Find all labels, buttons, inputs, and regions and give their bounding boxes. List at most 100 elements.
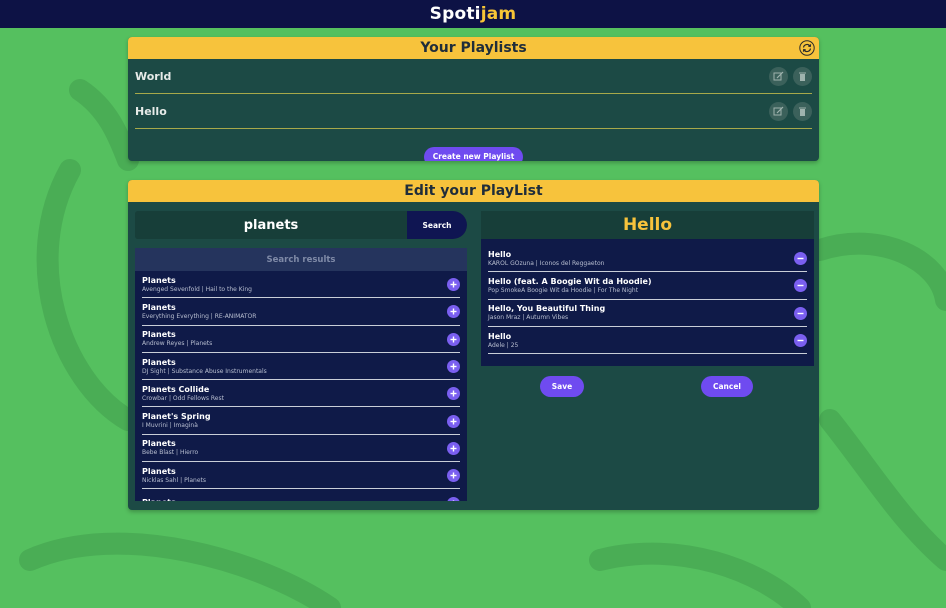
track-row[interactable]: Planets Avenged Sevenfold | Hail to the K… <box>142 271 460 299</box>
track-row[interactable]: Planets Collide Crowbar | Odd Fellows Res… <box>142 380 460 408</box>
playlist-name[interactable]: World <box>135 70 171 83</box>
edit-icon <box>773 106 784 115</box>
search-button[interactable]: Search <box>407 211 467 239</box>
track-title: Planets Collide <box>142 384 210 394</box>
track-title: Hello (feat. A Boogie Wit da Hoodie) <box>488 276 652 286</box>
track-artist-album: I Muvrini | Imaginà <box>142 422 198 430</box>
playlists-list: World Hello <box>128 59 819 129</box>
track-info: Hello, You Beautiful Thing Jason Mraz | A… <box>488 304 605 322</box>
edit-icon <box>773 71 784 80</box>
track-title: Planet's Spring <box>142 412 211 422</box>
trash-icon <box>799 107 806 116</box>
edit-panel-header: Edit your PlayList <box>128 180 819 202</box>
refresh-icon[interactable] <box>799 40 815 56</box>
track-artist-album: Crowbar | Odd Fellows Rest <box>142 394 224 402</box>
track-artist-album: Nicklas Sahl | Planets <box>142 476 207 484</box>
track-row[interactable]: Planets <box>142 489 460 501</box>
edit-playlist-button[interactable] <box>769 66 788 86</box>
create-playlist-button[interactable]: Create new Playlist <box>424 147 523 161</box>
add-track-button[interactable] <box>447 360 460 374</box>
track-info: Planets Nicklas Sahl | Planets <box>142 467 206 485</box>
track-info: Hello (feat. A Boogie Wit da Hoodie) Pop … <box>488 277 652 295</box>
track-artist-album: Andrew Reyes | Planets <box>142 340 213 348</box>
plus-icon <box>450 363 457 370</box>
minus-icon <box>797 312 804 314</box>
playlist-actions <box>769 101 812 121</box>
cancel-button[interactable]: Cancel <box>701 376 753 397</box>
track-title: Planets <box>142 330 176 340</box>
track-row[interactable]: Planets Andrew Reyes | Planets <box>142 326 460 353</box>
plus-icon <box>450 308 457 315</box>
search-input[interactable] <box>135 211 407 239</box>
remove-track-button[interactable] <box>794 252 807 266</box>
track-title: Hello, You Beautiful Thing <box>488 304 606 314</box>
track-info: Planets Collide Crowbar | Odd Fellows Res… <box>142 385 224 403</box>
playlists-panel-title: Your Playlists <box>420 40 527 56</box>
edit-playlist-button[interactable] <box>769 101 788 121</box>
playlist-row[interactable]: Hello <box>135 94 812 129</box>
minus-icon <box>797 339 804 342</box>
track-artist-album: Bebe Blast | Hierro <box>142 449 199 457</box>
add-track-button[interactable] <box>447 496 460 501</box>
track-artist-album: DJ Sight | Substance Abuse Instrumentals <box>142 367 267 375</box>
delete-playlist-button[interactable] <box>793 66 812 86</box>
add-track-button[interactable] <box>447 414 460 428</box>
track-row[interactable]: Hello KAROL GOzuna | Iconos del Reggaeton <box>488 245 807 273</box>
brand-logo[interactable]: Spotijam <box>430 4 517 24</box>
track-info: Planets Bebe Blast | Hierro <box>142 439 198 457</box>
track-row[interactable]: Planets Everything Everything | RE-ANIMAT… <box>142 298 460 326</box>
playlist-editor: Hello Hello KAROL GOzuna | Iconos del Reg… <box>481 211 814 366</box>
plus-icon <box>452 500 455 501</box>
plus-icon <box>450 445 457 452</box>
track-title: Planets <box>142 302 176 312</box>
remove-track-button[interactable] <box>794 306 807 320</box>
track-row[interactable]: Planets Bebe Blast | Hierro <box>142 435 460 463</box>
playlist-row[interactable]: World <box>135 59 812 94</box>
playlist-editor-title: Hello <box>622 215 673 235</box>
track-artist-album: Pop SmokeA Boogie Wit da Hoodie | For Th… <box>488 286 639 294</box>
track-row[interactable]: Hello Adele | 25 <box>488 327 807 355</box>
brand-name-accent: jam <box>480 4 517 24</box>
add-track-button[interactable] <box>447 305 460 319</box>
edit-playlist-panel: Edit your PlayList Search Search results… <box>128 180 819 510</box>
track-title: Hello <box>488 249 512 259</box>
add-track-button[interactable] <box>447 441 460 455</box>
remove-track-button[interactable] <box>794 334 807 348</box>
search-results-list: Planets Avenged Sevenfold | Hail to the K… <box>135 271 467 501</box>
track-info: Planets DJ Sight | Substance Abuse Instru… <box>142 358 267 376</box>
track-row[interactable]: Hello, You Beautiful Thing Jason Mraz | A… <box>488 300 807 327</box>
remove-track-button[interactable] <box>794 279 807 293</box>
track-info: Hello Adele | 25 <box>488 332 518 350</box>
track-row[interactable]: Hello (feat. A Boogie Wit da Hoodie) Pop … <box>488 272 807 300</box>
minus-icon <box>797 257 804 260</box>
search-bar: Search <box>135 211 467 239</box>
brand-name-main: Spoti <box>429 4 481 24</box>
track-title: Planets <box>142 466 176 476</box>
track-row[interactable]: Planets DJ Sight | Substance Abuse Instru… <box>142 353 460 381</box>
plus-icon <box>450 281 457 288</box>
add-track-button[interactable] <box>447 332 460 346</box>
plus-icon <box>450 418 457 425</box>
playlist-actions <box>769 66 812 86</box>
track-title: Planets <box>142 439 176 449</box>
search-results[interactable]: Search results Planets Avenged Sevenfold … <box>135 248 467 501</box>
track-row[interactable]: Planets Nicklas Sahl | Planets <box>142 462 460 490</box>
playlist-name[interactable]: Hello <box>135 105 167 118</box>
edit-panel-title: Edit your PlayList <box>404 183 543 199</box>
add-track-button[interactable] <box>447 387 460 401</box>
save-button[interactable]: Save <box>540 376 584 397</box>
track-row[interactable]: Planet's Spring I Muvrini | Imaginà <box>142 407 460 435</box>
track-title: Planets <box>142 275 176 285</box>
track-title: Planets <box>142 498 176 501</box>
track-info: Planets <box>142 498 176 501</box>
track-info: Planets Andrew Reyes | Planets <box>142 330 212 348</box>
add-track-button[interactable] <box>447 469 460 483</box>
track-title: Hello <box>488 331 512 341</box>
track-info: Hello KAROL GOzuna | Iconos del Reggaeton <box>488 250 604 268</box>
your-playlists-panel: Your Playlists World Hello Create new Pl… <box>128 37 819 161</box>
delete-playlist-button[interactable] <box>793 101 812 121</box>
track-info: Planets Avenged Sevenfold | Hail to the K… <box>142 276 252 294</box>
plus-icon <box>450 336 457 343</box>
minus-icon <box>797 285 804 287</box>
add-track-button[interactable] <box>447 278 460 292</box>
